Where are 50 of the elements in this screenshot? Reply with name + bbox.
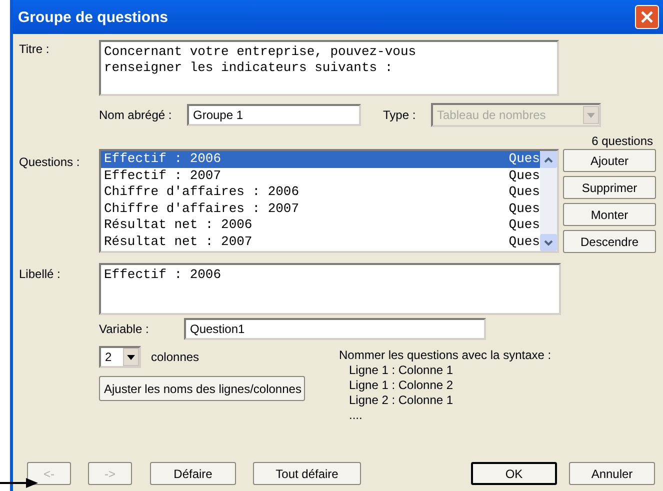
scrollbar[interactable] — [540, 151, 557, 251]
question-row[interactable]: Effectif : 2006 Ques — [101, 151, 540, 168]
dialog-button[interactable]: OK — [471, 462, 557, 485]
question-row[interactable]: Effectif : 2007 Ques — [101, 168, 540, 184]
close-icon — [640, 10, 654, 24]
list-action-button[interactable]: Monter — [563, 203, 656, 226]
caret-icon — [127, 354, 135, 360]
field-label: Variable : — [99, 322, 150, 336]
list-action-button[interactable]: Ajouter — [563, 149, 656, 172]
question-count: 6 questions — [592, 134, 653, 148]
question-name: Chiffre d'affaires : 2007 — [104, 200, 300, 217]
question-name: Effectif : 2007 — [104, 168, 222, 184]
field-label: Questions : — [19, 154, 81, 171]
dialog-button[interactable]: Tout défaire — [253, 462, 361, 485]
question-name: Résultat net : 2006 — [104, 217, 252, 234]
question-type: Ques — [508, 151, 540, 168]
list-action-button[interactable]: Supprimer — [563, 176, 656, 199]
question-type: Ques — [508, 234, 540, 250]
syntax-example: Ligne 1 : Colonne 1 — [349, 363, 454, 378]
field-label: Titre : — [19, 41, 50, 58]
syntax-heading: Nommer les questions avec la syntaxe : — [339, 348, 552, 363]
short-name-input-field[interactable]: Groupe 1 — [187, 104, 361, 126]
question-name: Résultat net : 2007 — [104, 234, 252, 250]
syntax-example: Ligne 1 : Colonne 2 — [349, 378, 454, 393]
question-type: Ques — [508, 217, 540, 234]
dialog-button[interactable]: Défaire — [150, 462, 236, 485]
caret-icon — [587, 112, 595, 118]
close-button[interactable] — [635, 5, 659, 29]
dialog-button[interactable]: Annuler — [569, 462, 655, 485]
field-label: colonnes — [151, 350, 200, 364]
title-input-field[interactable]: Concernant votre entreprise, pouvez-vous renseigner les indicateurs suivants : — [99, 40, 559, 96]
variable-input-field[interactable]: Question1 — [184, 318, 486, 340]
label-input-field[interactable]: Effectif : 2006 — [99, 263, 561, 315]
field-label: Nom abrégé : — [99, 108, 173, 122]
question-type: Ques — [508, 184, 540, 200]
question-name: Effectif : 2006 — [104, 151, 222, 168]
window-title: Groupe de questions — [18, 8, 168, 26]
columns-dropdown[interactable]: 2 — [99, 346, 141, 368]
chevron-up-icon[interactable] — [544, 156, 553, 162]
field-label: Type : — [383, 108, 417, 122]
question-type: Ques — [508, 200, 540, 217]
pointer-arrow — [0, 478, 38, 488]
question-name: Chiffre d'affaires : 2006 — [104, 184, 300, 200]
list-action-button[interactable]: Descendre — [563, 230, 656, 253]
field-label: Libellé : — [19, 266, 62, 283]
syntax-example: Ligne 2 : Colonne 1 — [349, 393, 454, 408]
chevron-down-icon[interactable] — [544, 240, 553, 246]
question-type: Ques — [508, 168, 540, 184]
adjust-names-button[interactable]: Ajuster les noms des lignes/colonnes — [99, 376, 305, 401]
syntax-example: .... — [349, 408, 364, 423]
